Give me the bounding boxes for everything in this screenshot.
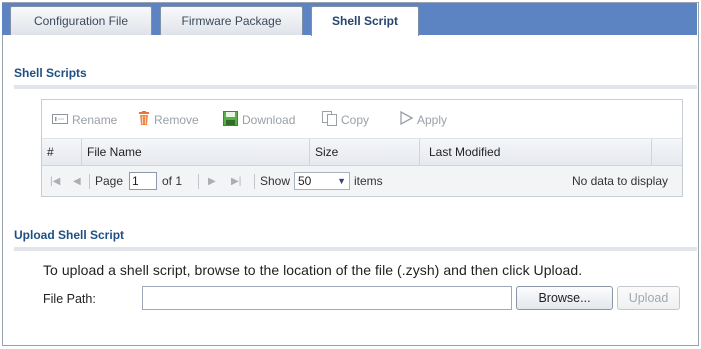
file-path-input[interactable] — [142, 286, 512, 310]
save-disk-icon — [223, 111, 238, 131]
page-label: Page — [95, 174, 124, 188]
tab-shell-script[interactable]: Shell Script — [311, 6, 419, 36]
first-page-icon[interactable]: |◀ — [50, 176, 60, 187]
section-divider — [14, 247, 697, 251]
section-divider — [14, 85, 697, 89]
browse-button[interactable]: Browse... — [516, 286, 613, 310]
upload-shell-script-title: Upload Shell Script — [14, 228, 125, 242]
copy-icon — [322, 111, 337, 131]
next-page-icon[interactable]: ▶ — [208, 176, 216, 187]
tab-firmware-package[interactable]: Firmware Package — [160, 6, 303, 35]
download-label: Download — [242, 113, 296, 128]
items-label: items — [354, 174, 383, 188]
tab-configuration-file[interactable]: Configuration File — [10, 6, 152, 35]
download-button[interactable]: Download — [223, 111, 295, 129]
last-page-icon[interactable]: ▶| — [231, 176, 241, 187]
empty-message: No data to display — [571, 174, 668, 188]
grid-pager: |◀ ◀ Page 1 of 1 ▶ ▶| Show 50 ▼ items No… — [42, 166, 682, 196]
grid-toolbar: Rename Remove Download Copy Apply — [42, 100, 682, 139]
upload-description: To upload a shell script, browse to the … — [43, 262, 583, 278]
show-label: Show — [260, 174, 291, 188]
pager-separator — [89, 174, 90, 189]
pager-separator — [198, 174, 199, 189]
shell-scripts-grid: Rename Remove Download Copy Apply # File… — [41, 99, 683, 197]
column-header-filler — [652, 139, 683, 165]
rename-icon — [52, 112, 68, 130]
page-count-label: of 1 — [162, 174, 183, 188]
page-size-value: 50 — [298, 174, 312, 188]
upload-button[interactable]: Upload — [617, 286, 680, 310]
chevron-down-icon: ▼ — [337, 176, 346, 186]
page-number-input[interactable]: 1 — [129, 172, 157, 190]
file-path-label: File Path: — [43, 292, 96, 306]
column-header-file-name[interactable]: File Name — [82, 139, 310, 165]
tab-bar: Configuration File Firmware Package Shel… — [2, 3, 697, 36]
shell-scripts-title: Shell Scripts — [14, 66, 87, 80]
column-header-index[interactable]: # — [42, 139, 82, 165]
grid-header: # File Name Size Last Modified — [42, 139, 682, 166]
remove-label: Remove — [154, 113, 199, 128]
play-icon — [399, 111, 414, 130]
previous-page-icon[interactable]: ◀ — [73, 176, 81, 187]
apply-label: Apply — [417, 113, 448, 127]
page-size-select[interactable]: 50 ▼ — [294, 172, 350, 190]
rename-button[interactable]: Rename — [52, 111, 117, 129]
trash-icon — [138, 111, 150, 131]
apply-button[interactable]: Apply — [399, 111, 447, 129]
remove-button[interactable]: Remove — [138, 111, 199, 129]
column-header-size[interactable]: Size — [310, 139, 420, 165]
copy-label: Copy — [341, 113, 370, 128]
rename-label: Rename — [72, 113, 118, 127]
copy-button[interactable]: Copy — [322, 111, 369, 129]
column-header-last-modified[interactable]: Last Modified — [420, 139, 652, 165]
pager-separator — [254, 174, 255, 189]
